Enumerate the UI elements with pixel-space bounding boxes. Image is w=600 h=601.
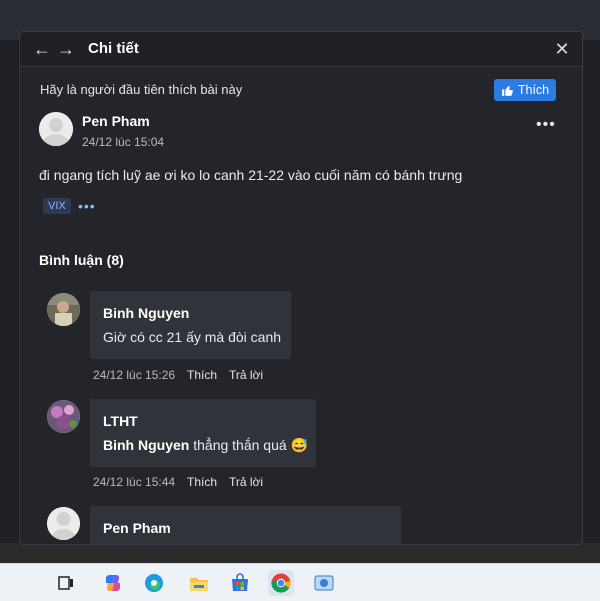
- stock-tag[interactable]: VIX: [43, 198, 71, 214]
- comment-mention[interactable]: Binh Nguyen: [103, 437, 189, 453]
- file-explorer-icon[interactable]: [186, 570, 212, 596]
- thumbs-up-icon: [501, 85, 513, 96]
- comment-bubble: LTHT Binh Nguyen thẳng thắn quá 😅: [90, 399, 316, 467]
- comment-bubble: Binh Nguyen Giờ có cc 21 ấy mà đòi canh: [90, 291, 291, 359]
- like-prompt: Hãy là người đầu tiên thích bài này: [40, 82, 243, 97]
- post-text: đi ngang tích luỹ ae ơi ko lo canh 21-22…: [39, 167, 463, 183]
- comment-reply-link[interactable]: Trả lời: [229, 475, 263, 489]
- post-author-name[interactable]: Pen Pham: [82, 113, 150, 129]
- comment-like-link[interactable]: Thích: [187, 475, 217, 489]
- forward-arrow-icon[interactable]: →: [56, 39, 76, 59]
- grinning-sweat-emoji-icon: 😅: [290, 437, 308, 453]
- windows-taskbar: [0, 563, 600, 601]
- task-view-icon[interactable]: [53, 570, 79, 596]
- post-detail-modal: ← → Chi tiết ✕ Hãy là người đầu tiên thí…: [19, 31, 583, 545]
- comment-avatar[interactable]: [47, 293, 80, 326]
- modal-header: ← → Chi tiết ✕: [20, 32, 582, 67]
- background-bottom-bar: [0, 543, 600, 563]
- copilot-icon[interactable]: [100, 570, 126, 596]
- comment-bubble: Pen Pham: [90, 506, 401, 544]
- comment-text: Binh Nguyen thẳng thắn quá 😅: [103, 437, 308, 454]
- post-timestamp: 24/12 lúc 15:04: [82, 135, 165, 149]
- comment-reply-link[interactable]: Trả lời: [229, 368, 263, 382]
- chrome-browser-icon[interactable]: [268, 570, 294, 596]
- like-button-label: Thích: [517, 83, 550, 97]
- comment-author[interactable]: Pen Pham: [103, 520, 171, 536]
- edge-browser-icon[interactable]: [141, 570, 167, 596]
- back-arrow-icon[interactable]: ←: [32, 39, 52, 59]
- comment-time: 24/12 lúc 15:44: [93, 475, 176, 489]
- post-author-avatar[interactable]: [39, 112, 73, 146]
- background-left-panel: [0, 40, 18, 560]
- comment-text-body: thẳng thắn quá: [189, 437, 287, 453]
- microsoft-store-icon[interactable]: [227, 570, 253, 596]
- comment-text: Giờ có cc 21 ấy mà đòi canh: [103, 329, 282, 345]
- comment-time: 24/12 lúc 15:26: [93, 368, 176, 382]
- background-right-panel: [580, 40, 600, 560]
- comment-author[interactable]: Binh Nguyen: [103, 305, 189, 321]
- like-button[interactable]: Thích: [494, 79, 556, 101]
- more-icon[interactable]: •••: [536, 116, 556, 134]
- comment-author[interactable]: LTHT: [103, 413, 138, 429]
- comment-avatar[interactable]: [47, 507, 80, 540]
- comments-header: Bình luận (8): [39, 252, 124, 268]
- comment-avatar[interactable]: [47, 400, 80, 433]
- tag-more-icon[interactable]: •••: [78, 198, 96, 214]
- close-icon[interactable]: ✕: [552, 39, 572, 59]
- modal-title: Chi tiết: [88, 40, 139, 57]
- app-window-icon[interactable]: [311, 570, 337, 596]
- comment-like-link[interactable]: Thích: [187, 368, 217, 382]
